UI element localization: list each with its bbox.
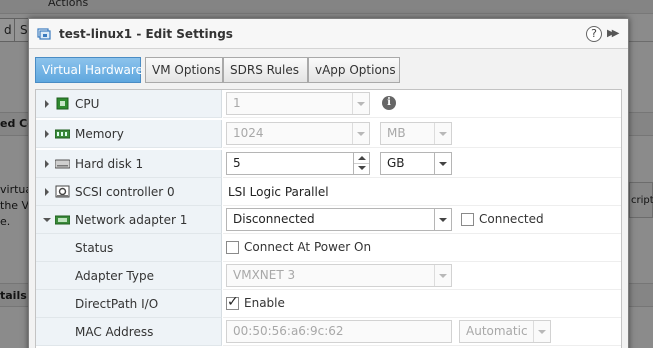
edit-settings-dialog: test-linux1 - Edit Settings ? ▶▶ Virtual… [28,18,629,348]
info-icon[interactable]: i [382,96,396,110]
row-label-cell: SCSI controller 0 [36,178,222,206]
mac-address-input[interactable]: 00:50:56:a6:9c:62 [226,320,452,343]
chevron-down-icon[interactable] [533,321,550,342]
row-label-cell: CPU [36,90,222,118]
mac-mode-value: Automatic [466,324,528,338]
row-label-cell: Memory [36,120,222,148]
adapter-type-select[interactable]: VMXNET 3 [226,264,452,287]
memory-label: Memory [75,127,124,141]
scsi-type-value: LSI Logic Parallel [228,185,329,199]
chevron-down-icon[interactable] [434,153,451,174]
row-value-cell: LSI Logic Parallel [223,178,621,206]
cpu-label: CPU [75,97,100,111]
mac-mode-select[interactable]: Automatic [459,320,551,343]
directpath-label: DirectPath I/O [75,297,159,311]
directpath-enable-label: Enable [244,296,285,310]
memory-size-value: 1024 [233,126,264,140]
mac-address-value: 00:50:56:a6:9c:62 [233,324,344,338]
collapse-arrow-icon[interactable] [43,218,51,222]
connect-at-power-on-label: Connect At Power On [244,240,372,254]
tab-vm-options[interactable]: VM Options [145,57,223,83]
row-value-cell: 1024 MB [223,120,621,148]
hard-disk-unit-value: GB [387,156,405,170]
cpu-icon [56,97,69,110]
connected-label: Connected [479,212,544,226]
memory-unit-select[interactable]: MB [380,122,452,145]
network-select-value: Disconnected [233,212,315,226]
row-label-cell: Status [36,234,222,262]
row-label-cell: MAC Address [36,318,222,346]
tab-virtual-hardware[interactable]: Virtual Hardware [35,57,143,83]
expand-arrow-icon[interactable] [45,130,49,138]
expand-icon[interactable]: ▶▶ [607,26,623,42]
directpath-enable-checkbox[interactable] [226,294,239,310]
row-label-cell: Adapter Type [36,262,222,290]
connected-checkbox[interactable] [461,213,474,226]
row-value-cell: 1 i [223,90,621,118]
virtual-hardware-panel: CPU 1 i Memory 1024 MB Hard disk 1 5 GB … [35,89,622,348]
tab-sdrs-rules[interactable]: SDRS Rules [223,57,308,83]
status-label: Status [75,241,114,255]
hardware-row-memory: Memory 1024 MB [36,120,621,148]
memory-size-select[interactable]: 1024 [226,122,370,145]
scsi-controller-icon [55,185,70,198]
mac-address-label: MAC Address [75,325,154,339]
memory-icon [55,129,70,139]
hard-disk-icon [55,159,70,169]
row-value-cell: Connect At Power On [223,234,621,262]
row-label-cell: Network adapter 1 [36,206,222,234]
hardware-row-scsi: SCSI controller 0 LSI Logic Parallel [36,178,621,206]
adapter-type-value: VMXNET 3 [233,268,296,282]
chevron-down-icon[interactable] [352,123,369,144]
network-row-adapter-type: Adapter Type VMXNET 3 [36,262,621,290]
row-value-cell: VMXNET 3 [223,262,621,290]
hard-disk-size-value: 5 [233,156,241,170]
connect-at-power-on-checkbox[interactable] [226,241,239,254]
help-icon[interactable]: ? [586,26,602,42]
dialog-titlebar: test-linux1 - Edit Settings ? ▶▶ [29,19,628,49]
chevron-down-icon[interactable] [434,209,451,230]
network-adapter-icon [55,215,70,225]
cpu-count-select[interactable]: 1 [226,92,370,115]
network-row-directpath: DirectPath I/O Enable [36,290,621,318]
scsi-label: SCSI controller 0 [75,185,175,199]
hardware-row-cpu: CPU 1 i [36,90,621,118]
hard-disk-unit-select[interactable]: GB [380,152,452,175]
expand-arrow-icon[interactable] [45,188,49,196]
tab-vapp-options[interactable]: vApp Options [308,57,400,83]
hard-disk-label: Hard disk 1 [75,157,144,171]
row-value-cell: Enable [223,290,621,318]
row-label-cell: DirectPath I/O [36,290,222,318]
adapter-type-label: Adapter Type [75,269,154,283]
vm-icon [37,28,51,40]
chevron-down-icon[interactable] [352,93,369,114]
network-select[interactable]: Disconnected [226,208,452,231]
network-row-status: Status Connect At Power On [36,234,621,262]
dialog-title: test-linux1 - Edit Settings [59,27,233,41]
row-value-cell: 00:50:56:a6:9c:62 Automatic [223,318,621,346]
row-label-cell: Hard disk 1 [36,150,222,178]
chevron-down-icon[interactable] [434,123,451,144]
hard-disk-size-input[interactable]: 5 [226,152,370,175]
hardware-row-network-adapter: Network adapter 1 Disconnected Connected [36,206,621,234]
row-value-cell: 5 GB [223,150,621,178]
cpu-count-value: 1 [233,96,241,110]
network-row-mac-address: MAC Address 00:50:56:a6:9c:62 Automatic [36,318,621,346]
row-value-cell: Disconnected Connected [223,206,621,234]
network-adapter-label: Network adapter 1 [75,213,188,227]
memory-unit-value: MB [387,126,406,140]
expand-arrow-icon[interactable] [45,160,49,168]
chevron-down-icon[interactable] [434,265,451,286]
hardware-row-hard-disk: Hard disk 1 5 GB [36,150,621,178]
expand-arrow-icon[interactable] [45,100,49,108]
stepper-icon[interactable] [353,153,369,174]
